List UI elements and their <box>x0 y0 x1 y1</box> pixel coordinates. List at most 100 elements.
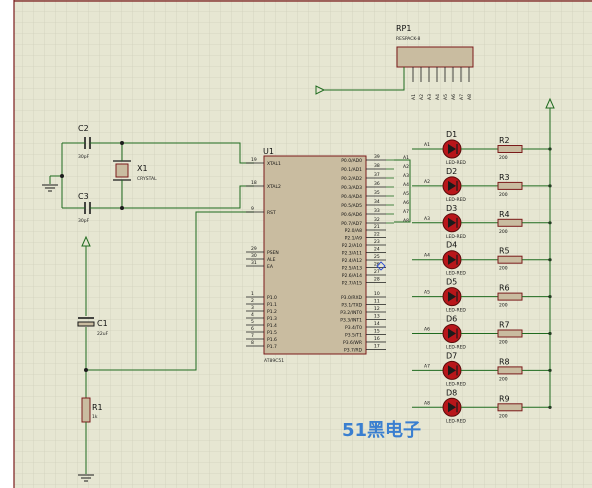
schematic-canvas[interactable]: RP1 RESPACK-8 A1 A2 A3 A4 A5 A6 A7 A8 C2 30pF C… <box>0 0 592 488</box>
u1-pin-number: 3 <box>251 305 254 311</box>
resistor-value: 200 <box>499 229 508 235</box>
resistor-ref: R5 <box>499 247 510 256</box>
u1-pin-number: 14 <box>374 321 380 327</box>
c3-value: 30pF <box>78 218 90 224</box>
rp1-pin-label: A3 <box>427 94 433 100</box>
led-part: LED-RED <box>446 381 466 387</box>
u1-pin-number: 35 <box>374 190 380 196</box>
junction <box>84 368 88 372</box>
u1-pin-number: 31 <box>251 260 257 266</box>
rp1-ref: RP1 <box>396 24 411 33</box>
u1-pin-name: P0.7/AD7 <box>341 221 362 227</box>
u1-pin-number: 9 <box>251 206 254 212</box>
junction <box>120 206 124 210</box>
led-ref: D2 <box>446 167 457 176</box>
led-part: LED-RED <box>446 308 466 314</box>
rp1-pin-label: A2 <box>419 94 425 100</box>
u1-pin-number: 37 <box>374 172 380 178</box>
u1-pin-name: P0.1/AD1 <box>341 167 362 173</box>
led-part: LED-RED <box>446 418 466 424</box>
resistor-ref: R8 <box>499 357 510 366</box>
resistor-ref: R2 <box>499 136 510 145</box>
u1-pin-name: P1.3 <box>267 316 277 322</box>
u1-pin-number: 16 <box>374 336 380 342</box>
rp1-pin-label: A4 <box>435 94 441 100</box>
rp1-part: RESPACK-8 <box>396 36 420 42</box>
u1-pin-number: 7 <box>251 333 254 339</box>
p0-net-label: A5 <box>403 191 409 197</box>
resistor-ref: R9 <box>499 394 510 403</box>
u1-pin-name: P3.2/INT0 <box>340 310 362 316</box>
led-net-label: A7 <box>424 363 430 369</box>
u1-pin-number: 10 <box>374 291 380 297</box>
u1-pin-number: 12 <box>374 306 380 312</box>
u1-pin-name: P0.5/AD5 <box>341 203 362 209</box>
rp1-pin-label: A7 <box>459 94 465 100</box>
u1-pin-number: 13 <box>374 314 380 320</box>
u1-pin-name: P2.0/A8 <box>345 228 362 234</box>
u1-pin-number: 34 <box>374 199 380 205</box>
x1-ref: X1 <box>137 164 148 173</box>
u1-pin-number: 32 <box>374 217 380 223</box>
u1-pin-name: P0.4/AD4 <box>341 194 362 200</box>
led-net-label: A2 <box>424 179 430 185</box>
c2-ref: C2 <box>78 124 89 133</box>
u1-pin-name: P1.2 <box>267 309 277 315</box>
u1-pin-name: P2.7/A15 <box>342 281 362 287</box>
u1-pin-name: P1.5 <box>267 330 277 336</box>
u1-pin-number: 1 <box>251 291 254 297</box>
u1-pin-number: 24 <box>374 247 380 253</box>
p0-net-label: A7 <box>403 209 409 215</box>
resistor-ref: R7 <box>499 321 510 330</box>
resistor-value: 200 <box>499 155 508 161</box>
u1-pin-name: P2.3/A11 <box>342 251 362 257</box>
u1-pin-name: EA <box>267 264 274 270</box>
junction <box>120 141 124 145</box>
resistor-value: 200 <box>499 413 508 419</box>
resistor-ref: R4 <box>499 210 510 219</box>
u1-pin-number: 21 <box>374 224 380 230</box>
resistor-body <box>497 255 523 264</box>
led-part: LED-RED <box>446 271 466 277</box>
u1-pin-number: 28 <box>374 277 380 283</box>
rp1-pin-label: A6 <box>451 94 457 100</box>
led-net-label: A5 <box>424 290 430 296</box>
u1-pin-name: P0.6/AD6 <box>341 212 362 218</box>
u1-pin-name: P1.0 <box>267 295 277 301</box>
u1-pin-name: XTAL2 <box>267 184 281 190</box>
u1-pin-number: 29 <box>251 246 257 252</box>
u1-pin-name: P0.3/AD3 <box>341 185 362 191</box>
u1-pin-name: P3.3/INT1 <box>340 318 362 324</box>
u1-pin-name: P1.6 <box>267 337 277 343</box>
resistor-body <box>497 145 523 153</box>
u1-pin-name: P3.7/RD <box>344 348 363 354</box>
u1-pin-name: P2.6/A14 <box>342 273 362 279</box>
u1-pin-name: PSEN <box>267 250 279 256</box>
u1-pin-number: 19 <box>251 157 257 163</box>
u1-pin-number: 25 <box>374 254 380 260</box>
led-ref: D6 <box>446 315 457 324</box>
u1-pin-number: 38 <box>374 163 380 169</box>
u1-pin-number: 36 <box>374 181 380 187</box>
led-part: LED-RED <box>446 234 466 240</box>
resistor-value: 200 <box>499 303 508 309</box>
u1-pin-name: XTAL1 <box>267 161 281 167</box>
u1-pin-number: 8 <box>251 340 254 346</box>
u1-pin-number: 4 <box>251 312 254 318</box>
led-ref: D3 <box>446 204 457 213</box>
resistor-value: 200 <box>499 340 508 346</box>
resistor-body <box>497 181 523 190</box>
u1-pin-name: P3.5/T1 <box>345 333 362 339</box>
resistor-body <box>497 366 523 375</box>
led-net-label: A3 <box>424 216 430 222</box>
u1-pin-name: P1.1 <box>267 302 277 308</box>
resistor-body <box>497 329 523 338</box>
u1-pin-number: 6 <box>251 326 254 332</box>
led-ref: D1 <box>446 130 457 139</box>
u1-pin-name: P2.1/A9 <box>345 236 362 242</box>
led-part: LED-RED <box>446 160 466 166</box>
u1-pin-number: 30 <box>251 253 257 259</box>
u1-pin-name: P2.5/A13 <box>342 266 362 272</box>
led-ref: D8 <box>446 388 457 397</box>
u1-pin-name: P1.7 <box>267 344 277 350</box>
